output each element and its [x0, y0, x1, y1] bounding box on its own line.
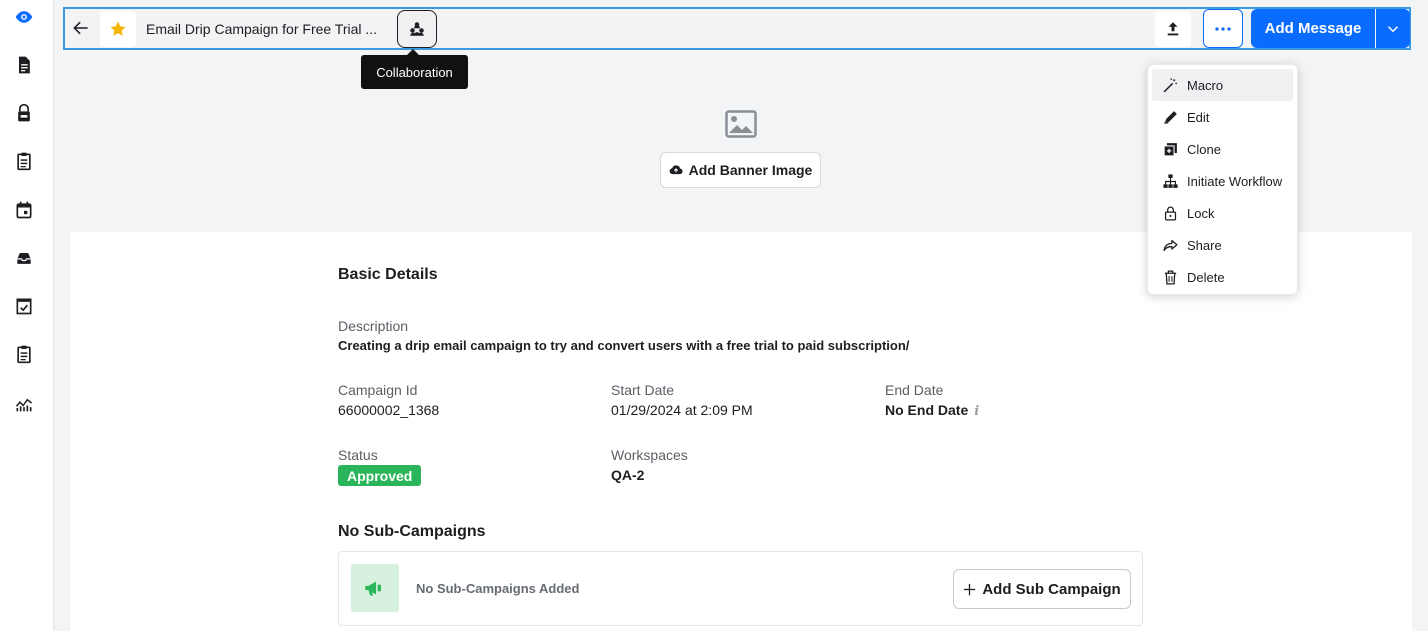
sub-campaigns-heading: No Sub-Campaigns: [338, 523, 486, 540]
end-date-value: No End Date: [885, 402, 969, 418]
left-nav-rail: [0, 0, 54, 631]
more-options-button[interactable]: [1203, 9, 1243, 48]
add-sub-campaign-label: Add Sub Campaign: [982, 580, 1121, 598]
menu-item-lock[interactable]: Lock: [1152, 197, 1293, 229]
add-message-dropdown-button[interactable]: [1376, 9, 1410, 48]
menu-item-edit[interactable]: Edit: [1152, 101, 1293, 133]
arrow-left-icon: [73, 21, 88, 35]
trash-icon: [1164, 269, 1177, 285]
chevron-down-icon: [1387, 25, 1399, 32]
collaboration-button[interactable]: [397, 10, 437, 48]
workspaces-value: QA-2: [611, 467, 645, 483]
no-sub-campaigns-text: No Sub-Campaigns Added: [416, 581, 580, 596]
description-value: Creating a drip email campaign to try an…: [338, 338, 910, 353]
analytics-icon[interactable]: [13, 392, 35, 414]
info-icon[interactable]: i: [974, 404, 979, 419]
menu-item-label: Lock: [1187, 205, 1215, 221]
report-icon[interactable]: [13, 343, 35, 365]
favorite-button[interactable]: [100, 11, 136, 47]
back-button[interactable]: [69, 16, 93, 40]
collaboration-tooltip: Collaboration: [361, 49, 468, 89]
ellipsis-icon: [1215, 26, 1231, 31]
menu-item-initiate-workflow[interactable]: Initiate Workflow: [1152, 165, 1293, 197]
lock-icon: [1164, 206, 1177, 221]
end-date-row: No End Date i: [885, 402, 979, 419]
pci-lock-icon[interactable]: [13, 102, 35, 124]
collaboration-icon: [410, 22, 424, 36]
export-button[interactable]: [1155, 11, 1191, 47]
document-icon[interactable]: [13, 54, 35, 76]
calendar-icon[interactable]: [13, 199, 35, 221]
status-label: Status: [338, 447, 378, 463]
sub-campaigns-empty-state: No Sub-Campaigns Added Add Sub Campaign: [338, 551, 1143, 626]
cloud-upload-icon: [669, 165, 683, 175]
start-date-value: 01/29/2024 at 2:09 PM: [611, 402, 753, 418]
menu-item-label: Initiate Workflow: [1187, 173, 1283, 189]
eye-icon[interactable]: [13, 6, 35, 28]
clone-icon: [1163, 142, 1177, 156]
share-icon: [1163, 239, 1178, 251]
campaign-title: Email Drip Campaign for Free Trial ...: [146, 21, 378, 37]
magic-wand-icon: [1163, 77, 1177, 92]
menu-item-macro[interactable]: Macro: [1152, 69, 1293, 101]
start-date-label: Start Date: [611, 382, 675, 398]
end-date-label: End Date: [885, 382, 944, 398]
menu-item-label: Macro: [1187, 77, 1224, 93]
clipboard-icon[interactable]: [13, 150, 35, 172]
more-options-menu: Macro Edit Clone Initiate Workflow Lock …: [1147, 64, 1298, 295]
inbox-icon[interactable]: [13, 247, 35, 269]
menu-item-label: Share: [1187, 237, 1222, 253]
add-sub-campaign-button[interactable]: Add Sub Campaign: [953, 569, 1131, 609]
menu-item-share[interactable]: Share: [1152, 229, 1293, 261]
add-banner-image-button[interactable]: Add Banner Image: [660, 152, 821, 188]
description-label: Description: [338, 318, 409, 334]
upload-icon: [1167, 22, 1179, 36]
star-icon: [110, 21, 126, 36]
menu-item-clone[interactable]: Clone: [1152, 133, 1293, 165]
pencil-icon: [1164, 110, 1177, 124]
campaign-header-bar: Email Drip Campaign for Free Trial ... A…: [63, 7, 1411, 50]
workspaces-label: Workspaces: [611, 447, 688, 463]
image-placeholder-icon: [725, 110, 757, 138]
menu-item-label: Clone: [1187, 141, 1221, 157]
status-badge: Approved: [338, 465, 422, 486]
workflow-icon: [1163, 173, 1178, 188]
menu-item-delete[interactable]: Delete: [1152, 261, 1293, 293]
megaphone-icon: [351, 564, 399, 612]
add-message-button[interactable]: Add Message: [1251, 9, 1375, 48]
add-banner-image-label: Add Banner Image: [688, 162, 813, 178]
campaign-id-label: Campaign Id: [338, 382, 418, 398]
campaign-id-value: 66000002_1368: [338, 402, 440, 418]
menu-item-label: Delete: [1187, 269, 1225, 285]
menu-item-label: Edit: [1187, 109, 1210, 125]
task-check-icon[interactable]: [13, 295, 35, 317]
plus-icon: [964, 583, 976, 595]
basic-details-heading: Basic Details: [338, 266, 438, 283]
